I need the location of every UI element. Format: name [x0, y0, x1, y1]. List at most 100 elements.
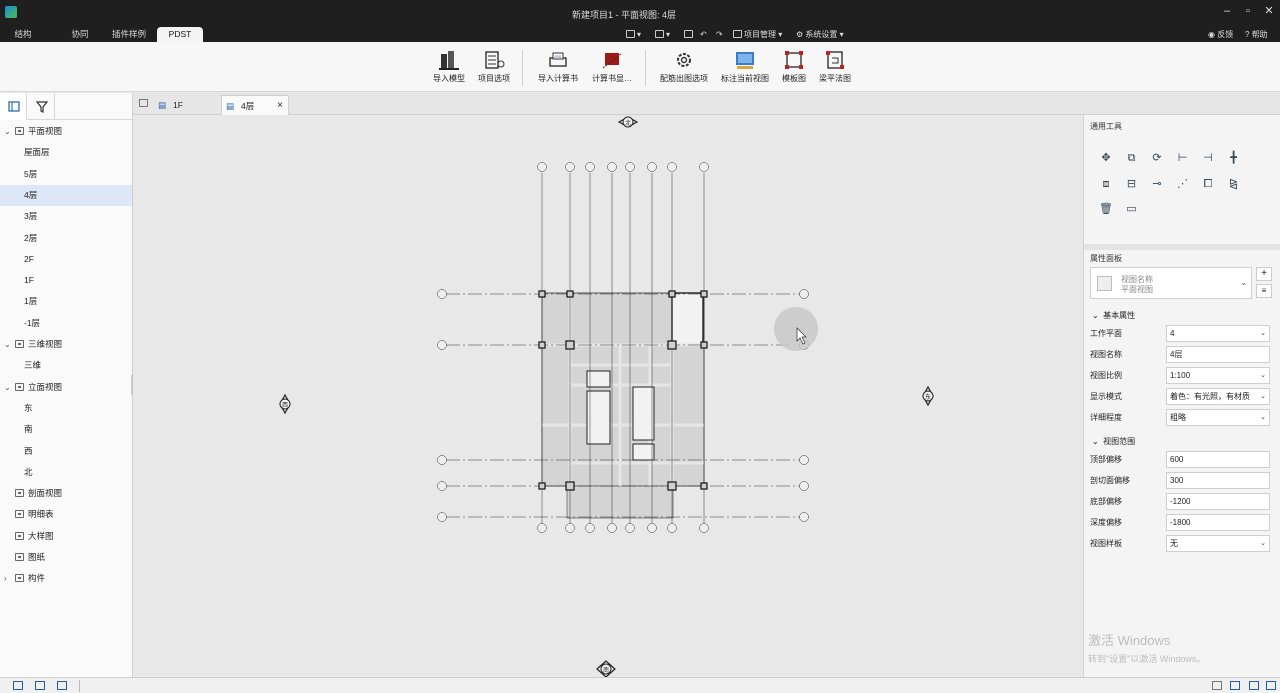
elevation-marker-south[interactable]: 南: [596, 660, 616, 677]
structural-column[interactable]: [668, 290, 676, 298]
grid-bubble[interactable]: [799, 512, 809, 522]
restore-button[interactable]: ▫: [1243, 5, 1253, 17]
measure-icon[interactable]: ▭: [1125, 202, 1139, 216]
tab-plugin-samples[interactable]: 插件样例: [104, 27, 154, 42]
array-icon[interactable]: ⋰: [1176, 177, 1190, 191]
tree-item[interactable]: 东: [0, 398, 132, 419]
zoom-icon[interactable]: [1266, 681, 1276, 690]
help-button[interactable]: ? 帮助: [1245, 29, 1268, 40]
property-input[interactable]: 300: [1166, 472, 1270, 489]
tree-item[interactable]: 屋面层: [0, 142, 132, 163]
tree-item[interactable]: 1F: [0, 270, 132, 291]
quick-access-new[interactable]: ▾: [626, 29, 641, 40]
mirror-icon[interactable]: ⧎: [1227, 177, 1241, 191]
view-list-icon[interactable]: [139, 99, 148, 107]
chevron-right-icon[interactable]: ›: [4, 568, 7, 589]
property-input[interactable]: -1200: [1166, 493, 1270, 510]
structural-column[interactable]: [700, 482, 708, 490]
copy-icon[interactable]: ⧉: [1125, 151, 1139, 165]
split-icon[interactable]: ⊣: [1201, 151, 1215, 165]
elevation-marker-west[interactable]: 西: [279, 393, 291, 415]
grid-bubble[interactable]: [647, 523, 657, 533]
grid-bubble[interactable]: [607, 162, 617, 172]
system-settings-menu[interactable]: ⚙ 系统设置 ▾: [796, 29, 844, 40]
tree-item[interactable]: 4层: [0, 184, 132, 206]
type-selector[interactable]: 视图名称 平面视图 ⌄: [1090, 267, 1252, 299]
grid-bubble[interactable]: [437, 512, 447, 522]
property-select[interactable]: 无 ⌄: [1166, 535, 1270, 552]
property-input[interactable]: 600: [1166, 451, 1270, 468]
calc-display-button[interactable]: 计算书显…: [590, 50, 634, 84]
quick-access-open[interactable]: ▾: [655, 29, 670, 40]
grid-bubble[interactable]: [437, 289, 447, 299]
duplicate-icon[interactable]: ⧈: [1099, 177, 1113, 191]
structural-column[interactable]: [667, 340, 677, 350]
property-input[interactable]: 4层: [1166, 346, 1270, 363]
property-select[interactable]: 着色：有光照，有材质 ⌄: [1166, 388, 1270, 405]
move-icon[interactable]: ✥: [1099, 151, 1113, 165]
group-basic-props[interactable]: ⌄ 基本属性: [1092, 310, 1135, 321]
save-button[interactable]: [684, 29, 695, 40]
grid-bubble[interactable]: [667, 162, 677, 172]
doc-tab-4f[interactable]: ▤ 4层 ×: [221, 95, 289, 115]
property-input[interactable]: -1800: [1166, 514, 1270, 531]
grid-bubble[interactable]: [625, 523, 635, 533]
offset-icon[interactable]: ⊢: [1176, 151, 1190, 165]
property-select[interactable]: 粗略 ⌄: [1166, 409, 1270, 426]
tree-item[interactable]: 三维: [0, 355, 132, 376]
tab-filter[interactable]: [28, 93, 55, 120]
extend-icon[interactable]: ⊸: [1150, 177, 1164, 191]
tab-collaborate[interactable]: 协同: [60, 27, 100, 42]
grid-bubble[interactable]: [585, 523, 595, 533]
property-select[interactable]: 4 ⌄: [1166, 325, 1270, 342]
tree-item[interactable]: 北: [0, 462, 132, 483]
tree-item[interactable]: ⌄ 平面视图: [0, 121, 132, 142]
import-calc-button[interactable]: JSS 导入计算书: [536, 50, 580, 84]
tree-item[interactable]: 图纸: [0, 547, 132, 568]
model-icon[interactable]: [1230, 681, 1240, 690]
close-button[interactable]: ✕: [1264, 5, 1274, 17]
tree-item[interactable]: -1层: [0, 313, 132, 334]
grid-bubble[interactable]: [537, 162, 547, 172]
tree-item[interactable]: › 构件: [0, 568, 132, 589]
structural-column[interactable]: [700, 341, 708, 349]
edit-type-button[interactable]: ≡: [1256, 284, 1272, 298]
tree-item[interactable]: 西: [0, 441, 132, 462]
elevation-marker-north[interactable]: 北: [617, 116, 639, 128]
grid-bubble[interactable]: [799, 289, 809, 299]
elevation-marker-east[interactable]: 东: [922, 385, 934, 407]
structural-column[interactable]: [538, 341, 546, 349]
sheet-icon[interactable]: [1249, 681, 1259, 690]
structural-column[interactable]: [566, 290, 574, 298]
grid-bubble[interactable]: [799, 455, 809, 465]
grid-bubble[interactable]: [799, 481, 809, 491]
grid-bubble[interactable]: [607, 523, 617, 533]
structural-column[interactable]: [700, 290, 708, 298]
group-view-range[interactable]: ⌄ 视图范围: [1092, 436, 1135, 447]
tab-structure[interactable]: 结构: [6, 27, 40, 42]
grid-bubble[interactable]: [537, 523, 547, 533]
tile-view-icon[interactable]: [57, 681, 67, 690]
tree-item[interactable]: 剖面视图: [0, 483, 132, 504]
layout-icon[interactable]: [13, 681, 23, 690]
rebar-options-button[interactable]: 配筋出图选项: [658, 50, 710, 84]
tab-browser[interactable]: [0, 93, 27, 120]
feedback-button[interactable]: ◉ 反馈: [1208, 29, 1233, 40]
tree-item[interactable]: 1层: [0, 291, 132, 312]
import-model-button[interactable]: 导入模型: [432, 50, 466, 84]
group-icon[interactable]: ⧠: [1201, 177, 1215, 191]
grid-bubble[interactable]: [585, 162, 595, 172]
template-drawing-button[interactable]: 模板图: [780, 50, 808, 84]
rotate-icon[interactable]: ⟳: [1150, 151, 1164, 165]
structural-column[interactable]: [538, 290, 546, 298]
grid-bubble[interactable]: [565, 162, 575, 172]
trim-icon[interactable]: ╋: [1227, 151, 1241, 165]
beam-plan-button[interactable]: 梁平法图: [818, 50, 852, 84]
grid-bubble[interactable]: [437, 340, 447, 350]
grid-bubble[interactable]: [699, 162, 709, 172]
add-type-button[interactable]: +: [1256, 267, 1272, 281]
drawing-canvas[interactable]: 北 西 东 南: [133, 115, 1083, 677]
tree-item[interactable]: 2F: [0, 249, 132, 270]
tree-item[interactable]: 明细表: [0, 504, 132, 525]
tree-item[interactable]: 南: [0, 419, 132, 440]
